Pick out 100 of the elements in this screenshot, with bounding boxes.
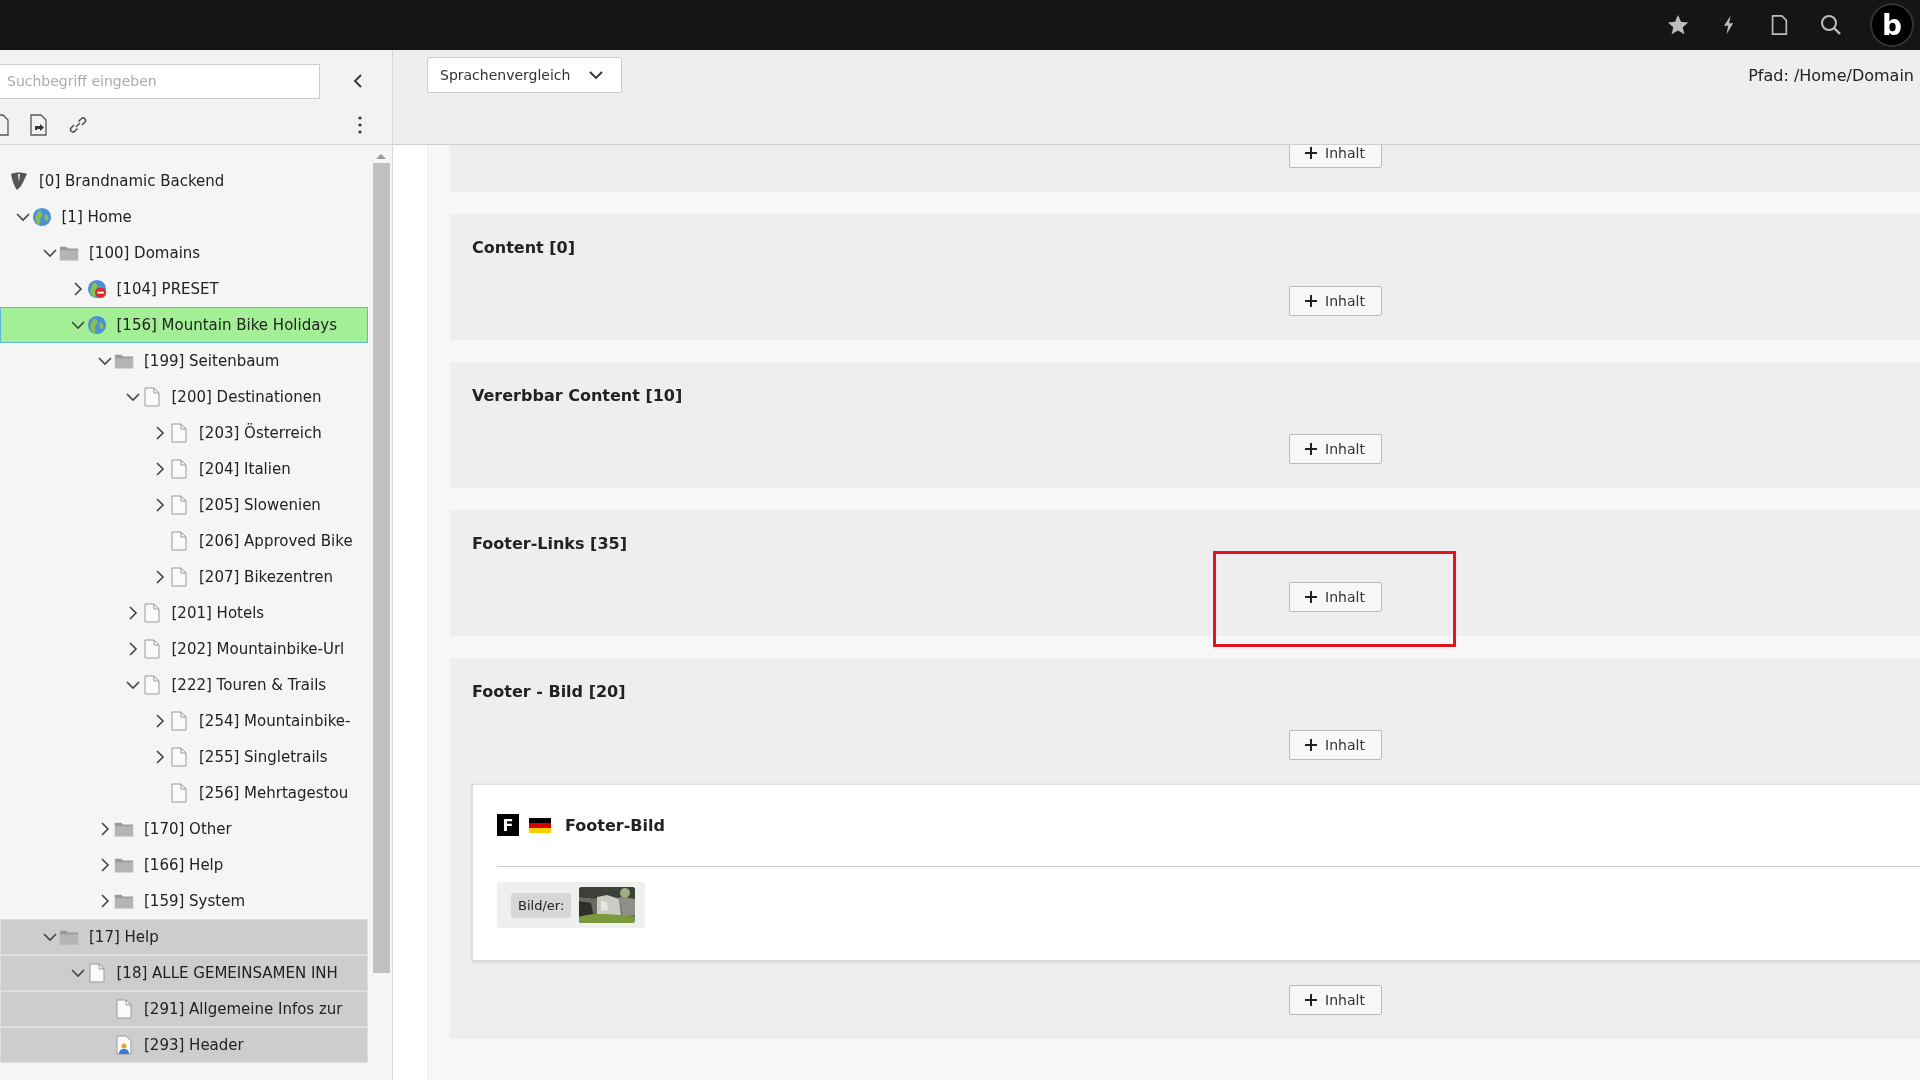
- tree-item[interactable]: [200] Destinationen: [0, 379, 368, 415]
- folder-icon: [59, 928, 79, 946]
- tree-item-label: [1] Home: [61, 208, 132, 226]
- collapse-icon[interactable]: [352, 73, 364, 89]
- chevron-right-icon[interactable]: [155, 714, 165, 728]
- tree-item[interactable]: [199] Seitenbaum: [0, 343, 368, 379]
- tree-item-label: [166] Help: [144, 856, 224, 874]
- folder-icon: [114, 352, 134, 370]
- chevron-right-icon[interactable]: [155, 750, 165, 764]
- view-dropdown[interactable]: Sprachenvergleich: [427, 57, 622, 93]
- tree-item[interactable]: [254] Mountainbike-: [0, 703, 368, 739]
- tree-item[interactable]: [201] Hotels: [0, 595, 368, 631]
- tree-item[interactable]: [206] Approved Bike: [0, 523, 368, 559]
- chevron-right-icon[interactable]: [155, 498, 165, 512]
- add-content-button[interactable]: Inhalt: [1288, 582, 1382, 612]
- tree-item[interactable]: [204] Italien: [0, 451, 368, 487]
- page-icon: [171, 459, 187, 479]
- tree-item[interactable]: [156] Mountain Bike Holidays: [0, 307, 368, 343]
- chevron-right-icon[interactable]: [127, 642, 138, 656]
- chevron-down-icon[interactable]: [70, 968, 85, 978]
- page-icon: [171, 747, 187, 767]
- chevron-down-icon[interactable]: [125, 680, 140, 690]
- tree-item[interactable]: [159] System: [0, 883, 368, 919]
- tree-item-label: [156] Mountain Bike Holidays: [116, 316, 338, 334]
- element-title: Footer-Bild: [565, 815, 665, 835]
- chevron-down-icon: [589, 70, 603, 80]
- user-avatar[interactable]: b: [1872, 5, 1912, 45]
- chevron-right-icon[interactable]: [127, 606, 138, 620]
- plus-icon: [1305, 295, 1318, 307]
- page-icon: [171, 567, 187, 587]
- flag-icon: [529, 817, 551, 833]
- tree-item-label: [202] Mountainbike-Url: [171, 640, 345, 658]
- page-icon: [171, 783, 187, 803]
- tree-item[interactable]: [1] Home: [0, 199, 368, 235]
- star-icon[interactable]: [1666, 13, 1690, 37]
- page-person-icon: [116, 1035, 132, 1055]
- tree-item[interactable]: [291] Allgemeine Infos zur: [0, 991, 368, 1027]
- tree-item[interactable]: [104] PRESET: [0, 271, 368, 307]
- tree-item[interactable]: [255] Singletrails: [0, 739, 368, 775]
- chevron-right-icon[interactable]: [100, 858, 110, 872]
- add-content-button[interactable]: Inhalt: [1288, 434, 1382, 464]
- tree-item-label: [291] Allgemeine Infos zur: [144, 1000, 343, 1018]
- add-content-button[interactable]: Inhalt: [1288, 145, 1382, 168]
- area-title: Footer - Bild [20]: [472, 681, 627, 703]
- add-content-button[interactable]: Inhalt: [1288, 730, 1382, 760]
- chevron-down-icon[interactable]: [43, 248, 57, 258]
- chevron-down-icon[interactable]: [98, 356, 112, 366]
- folder-icon: [114, 820, 134, 838]
- page-icon: [171, 423, 187, 443]
- page-icon: [143, 603, 160, 623]
- tree-item-label: [256] Mehrtagestou: [199, 784, 349, 802]
- tree-item[interactable]: [170] Other: [0, 811, 368, 847]
- chevron-right-icon[interactable]: [155, 426, 165, 440]
- tree-item[interactable]: [203] Österreich: [0, 415, 368, 451]
- tree-item-label: [201] Hotels: [171, 604, 265, 622]
- tree-item[interactable]: [166] Help: [0, 847, 368, 883]
- globe-icon: [31, 206, 52, 228]
- globe-icon: [86, 314, 107, 336]
- field-label: Bild/er:: [511, 892, 572, 918]
- chevron-right-icon[interactable]: [155, 570, 165, 584]
- tree-item[interactable]: [222] Touren & Trails: [0, 667, 368, 703]
- tree-item[interactable]: [293] Header: [0, 1027, 368, 1063]
- tree-item-label: [207] Bikezentren: [199, 568, 333, 586]
- chevron-down-icon[interactable]: [15, 212, 30, 222]
- tree-item[interactable]: [256] Mehrtagestou: [0, 775, 368, 811]
- tree-item[interactable]: [100] Domains: [0, 235, 368, 271]
- search-field[interactable]: Suchbegriff eingeben: [0, 63, 320, 99]
- page-icon: [143, 639, 160, 659]
- scrollbar-thumb[interactable]: [372, 163, 390, 973]
- plus-icon: [1305, 591, 1318, 603]
- tree-item[interactable]: [18] ALLE GEMEINSAMEN INH: [0, 955, 368, 991]
- plus-icon: [1305, 147, 1318, 159]
- tree-item-label: [204] Italien: [199, 460, 291, 478]
- more-icon[interactable]: [358, 116, 362, 134]
- chevron-down-icon[interactable]: [70, 320, 85, 330]
- link-icon[interactable]: [68, 115, 88, 135]
- search-icon[interactable]: [1819, 13, 1843, 37]
- chevron-right-icon[interactable]: [155, 462, 165, 476]
- add-content-button[interactable]: Inhalt: [1288, 985, 1382, 1015]
- tree-item[interactable]: [17] Help: [0, 919, 368, 955]
- area-title: Footer-Links [35]: [472, 533, 628, 555]
- tree-item[interactable]: [207] Bikezentren: [0, 559, 368, 595]
- plus-icon: [1305, 443, 1318, 455]
- tree-item[interactable]: [0] Brandnamic Backend: [0, 163, 368, 199]
- page-icon: [143, 387, 160, 407]
- scroll-up-icon[interactable]: [376, 153, 386, 159]
- chevron-down-icon[interactable]: [43, 932, 57, 942]
- tree-item[interactable]: [205] Slowenien: [0, 487, 368, 523]
- tree-item-label: [199] Seitenbaum: [144, 352, 280, 370]
- add-content-button[interactable]: Inhalt: [1288, 286, 1382, 316]
- tree-item-label: [200] Destinationen: [171, 388, 322, 406]
- chevron-right-icon[interactable]: [72, 282, 83, 296]
- tree-item[interactable]: [202] Mountainbike-Url: [0, 631, 368, 667]
- chevron-right-icon[interactable]: [100, 894, 110, 908]
- page-arrow-icon[interactable]: [30, 114, 48, 136]
- chevron-right-icon[interactable]: [100, 822, 110, 836]
- page-icon: [116, 999, 132, 1019]
- page-icon: [171, 711, 187, 731]
- page-icon: [88, 963, 105, 983]
- chevron-down-icon[interactable]: [125, 392, 140, 402]
